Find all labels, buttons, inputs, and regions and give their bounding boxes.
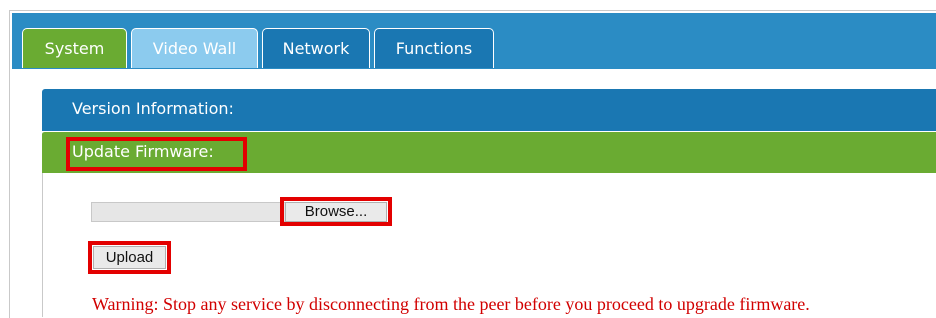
highlight-box-upload bbox=[88, 241, 171, 274]
tab-network[interactable]: Network bbox=[262, 28, 370, 68]
firmware-file-field[interactable] bbox=[91, 202, 286, 222]
firmware-warning-text: Warning: Stop any service by disconnecti… bbox=[92, 294, 810, 314]
tab-video-wall[interactable]: Video Wall bbox=[131, 28, 258, 68]
tab-functions[interactable]: Functions bbox=[374, 28, 494, 68]
version-information-title: Version Information: bbox=[72, 99, 234, 118]
highlight-box-update-firmware bbox=[66, 137, 247, 171]
highlight-box-browse bbox=[280, 197, 392, 226]
tab-system[interactable]: System bbox=[22, 28, 127, 68]
version-information-header[interactable]: Version Information: bbox=[42, 89, 936, 131]
tab-bar: System Video Wall Network Functions bbox=[12, 13, 936, 69]
